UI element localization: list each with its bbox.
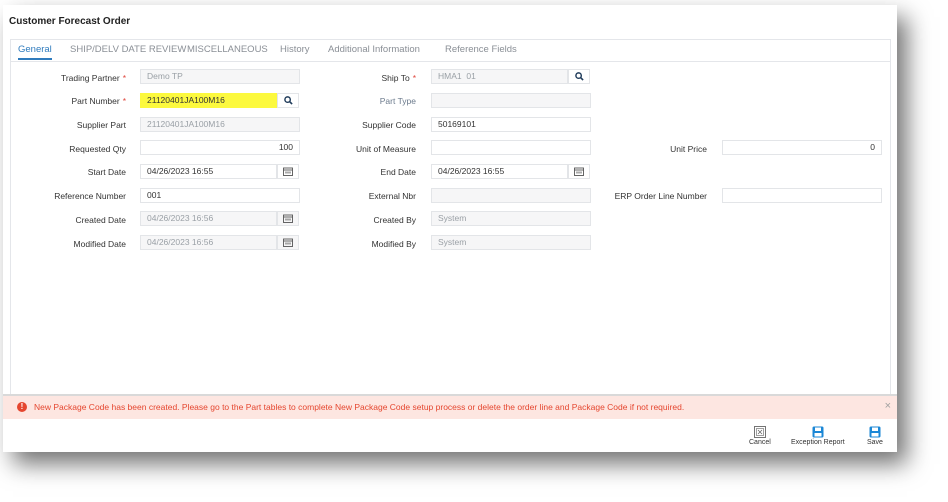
- part-number-search-button[interactable]: [277, 93, 299, 108]
- unit-of-measure-label: Unit of Measure: [356, 144, 416, 154]
- part-type-label: Part Type: [379, 96, 416, 106]
- tab-additional-information[interactable]: Additional Information: [328, 44, 420, 59]
- external-nbr-field: [431, 188, 591, 203]
- part-number-label: Part Number *: [71, 96, 127, 106]
- ship-to-search-button[interactable]: [568, 69, 590, 84]
- created-by-label: Created By: [373, 215, 416, 225]
- search-icon: [574, 72, 584, 81]
- window-title: Customer Forecast Order: [9, 16, 131, 27]
- requested-qty-label: Requested Qty: [69, 144, 126, 154]
- modified-date-field: 04/26/2023 16:56: [140, 235, 277, 250]
- modified-by-label: Modified By: [371, 239, 416, 249]
- alert-close-button[interactable]: ×: [885, 400, 891, 412]
- requested-qty-input[interactable]: 100: [140, 140, 300, 155]
- end-date-label: End Date: [380, 167, 416, 177]
- modified-date-picker-button[interactable]: [277, 235, 299, 250]
- supplier-code-label: Supplier Code: [362, 120, 416, 130]
- tab-bar: General SHIP/DELV DATE REVIEW MISCELLANE…: [11, 40, 890, 62]
- calendar-icon: [283, 214, 293, 223]
- start-date-label: Start Date: [87, 167, 126, 177]
- part-type-field: [431, 93, 591, 108]
- exception-report-button[interactable]: Exception Report: [791, 426, 845, 446]
- created-by-field: System: [431, 211, 591, 226]
- exception-report-label: Exception Report: [791, 439, 845, 446]
- save-label: Save: [867, 439, 883, 446]
- start-date-input[interactable]: 04/26/2023 16:55: [140, 164, 277, 179]
- save-disk-icon: [869, 426, 881, 438]
- part-number-input[interactable]: 21120401JA100M16: [140, 93, 277, 108]
- supplier-part-field: 21120401JA100M16: [140, 117, 300, 132]
- erp-order-line-number-input[interactable]: [722, 188, 882, 203]
- modified-date-label: Modified Date: [73, 239, 126, 249]
- external-nbr-label: External Nbr: [368, 191, 416, 201]
- tab-miscellaneous[interactable]: MISCELLANEOUS: [187, 44, 268, 59]
- cancel-icon: [753, 426, 766, 438]
- calendar-icon: [283, 167, 293, 176]
- created-date-label: Created Date: [75, 215, 126, 225]
- reference-number-input[interactable]: 001: [140, 188, 300, 203]
- cancel-button[interactable]: Cancel: [749, 426, 771, 446]
- tab-history[interactable]: History: [280, 44, 310, 59]
- supplier-code-input[interactable]: 50169101: [431, 117, 591, 132]
- calendar-icon: [574, 167, 584, 176]
- tab-general[interactable]: General: [18, 44, 52, 60]
- created-date-picker-button[interactable]: [277, 211, 299, 226]
- end-date-input[interactable]: 04/26/2023 16:55: [431, 164, 568, 179]
- supplier-part-label: Supplier Part: [76, 120, 126, 130]
- tab-ship-delv-date-review[interactable]: SHIP/DELV DATE REVIEW: [70, 44, 186, 59]
- exclamation-icon: !: [17, 402, 27, 412]
- save-button[interactable]: Save: [867, 426, 883, 446]
- ship-to-field: HMA1 01: [431, 69, 568, 84]
- cancel-label: Cancel: [749, 439, 771, 446]
- search-icon: [283, 96, 293, 105]
- ship-to-label: Ship To *: [381, 73, 416, 83]
- start-date-picker-button[interactable]: [277, 164, 299, 179]
- trading-partner-field: Demo TP: [140, 69, 300, 84]
- modified-by-field: System: [431, 235, 591, 250]
- erp-order-line-number-label: ERP Order Line Number: [614, 191, 707, 201]
- created-date-field: 04/26/2023 16:56: [140, 211, 277, 226]
- save-disk-icon: [812, 426, 824, 438]
- alert-message: New Package Code has been created. Pleas…: [34, 402, 685, 412]
- end-date-picker-button[interactable]: [568, 164, 590, 179]
- error-alert: ! New Package Code has been created. Ple…: [3, 394, 897, 419]
- unit-price-label: Unit Price: [670, 144, 707, 154]
- calendar-icon: [283, 238, 293, 247]
- trading-partner-label: Trading Partner *: [60, 73, 126, 83]
- customer-forecast-order-window: Customer Forecast Order General SHIP/DEL…: [3, 5, 897, 452]
- unit-of-measure-input[interactable]: [431, 140, 591, 155]
- tab-reference-fields[interactable]: Reference Fields: [445, 44, 517, 59]
- reference-number-label: Reference Number: [54, 191, 126, 201]
- unit-price-input[interactable]: 0: [722, 140, 882, 155]
